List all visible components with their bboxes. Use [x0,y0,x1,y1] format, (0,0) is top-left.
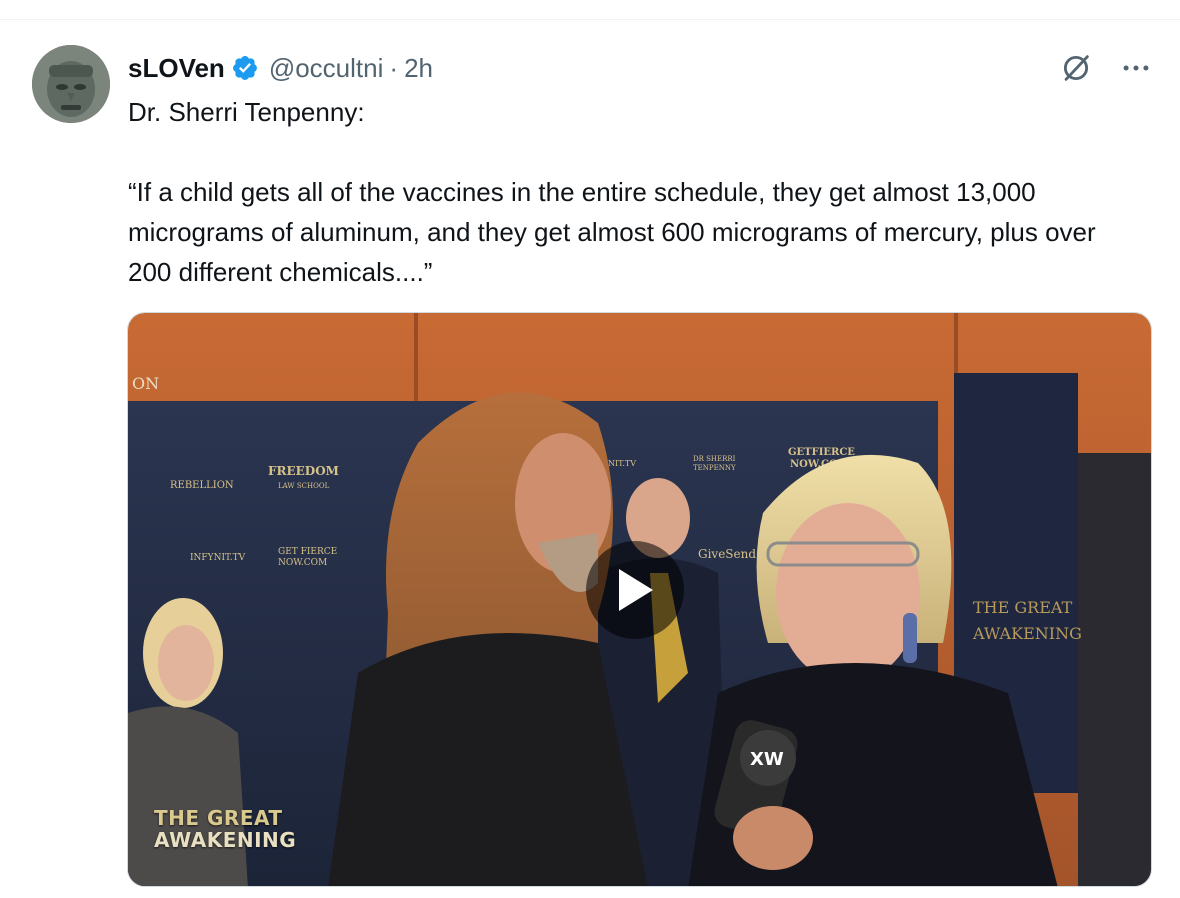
more-icon [1123,65,1149,71]
svg-text:THE GREAT: THE GREAT [973,598,1073,617]
timestamp[interactable]: 2h [404,53,433,84]
logo-rebellion: REBELLION [170,480,234,491]
display-name[interactable]: sLOVen [128,53,225,84]
tweet-text-line: Dr. Sherri Tenpenny: [128,97,365,127]
tweet-header: sLOVen @occultni · 2h [128,50,433,86]
svg-text:NIT.TV: NIT.TV [608,459,636,468]
more-button[interactable] [1116,48,1156,88]
avatar[interactable] [32,45,110,123]
play-icon [619,569,653,611]
svg-text:GETFIERCE: GETFIERCE [788,447,855,458]
verified-badge-icon [232,56,257,80]
handle[interactable]: @occultni [269,53,384,84]
separator-dot: · [389,52,399,83]
svg-text:INFYNIT.TV: INFYNIT.TV [190,553,246,563]
svg-text:NOW.COM: NOW.COM [278,558,327,568]
svg-text:GiveSend: GiveSend [698,547,756,561]
tweet-text-quote: “If a child gets all of the vaccines in … [128,177,1096,287]
video-overlay-title: THE GREAT AWAKENING [154,807,296,851]
svg-text:DR SHERRI: DR SHERRI [693,455,736,463]
svg-text:TENPENNY: TENPENNY [693,464,736,472]
svg-text:ON: ON [132,374,159,393]
top-divider [0,19,1180,20]
grok-icon [1063,55,1089,81]
mic-logo: XW [750,749,784,770]
play-button[interactable] [586,541,684,639]
video-player[interactable]: REBELLION FREEDOM LAW SCHOOL INFYNIT.TV … [127,312,1152,887]
header-actions [1056,48,1156,88]
svg-text:LAW SCHOOL: LAW SCHOOL [278,482,330,490]
grok-button[interactable] [1056,48,1096,88]
tweet-text: Dr. Sherri Tenpenny: “If a child gets al… [128,92,1138,292]
svg-text:GET FIERCE: GET FIERCE [278,547,337,557]
svg-text:FREEDOM: FREEDOM [268,464,339,478]
overlay-title-line2: AWAKENING [154,828,297,852]
avatar-image [32,45,110,123]
svg-text:AWAKENING: AWAKENING [972,624,1082,643]
overlay-title-line1: THE GREAT [154,806,283,830]
